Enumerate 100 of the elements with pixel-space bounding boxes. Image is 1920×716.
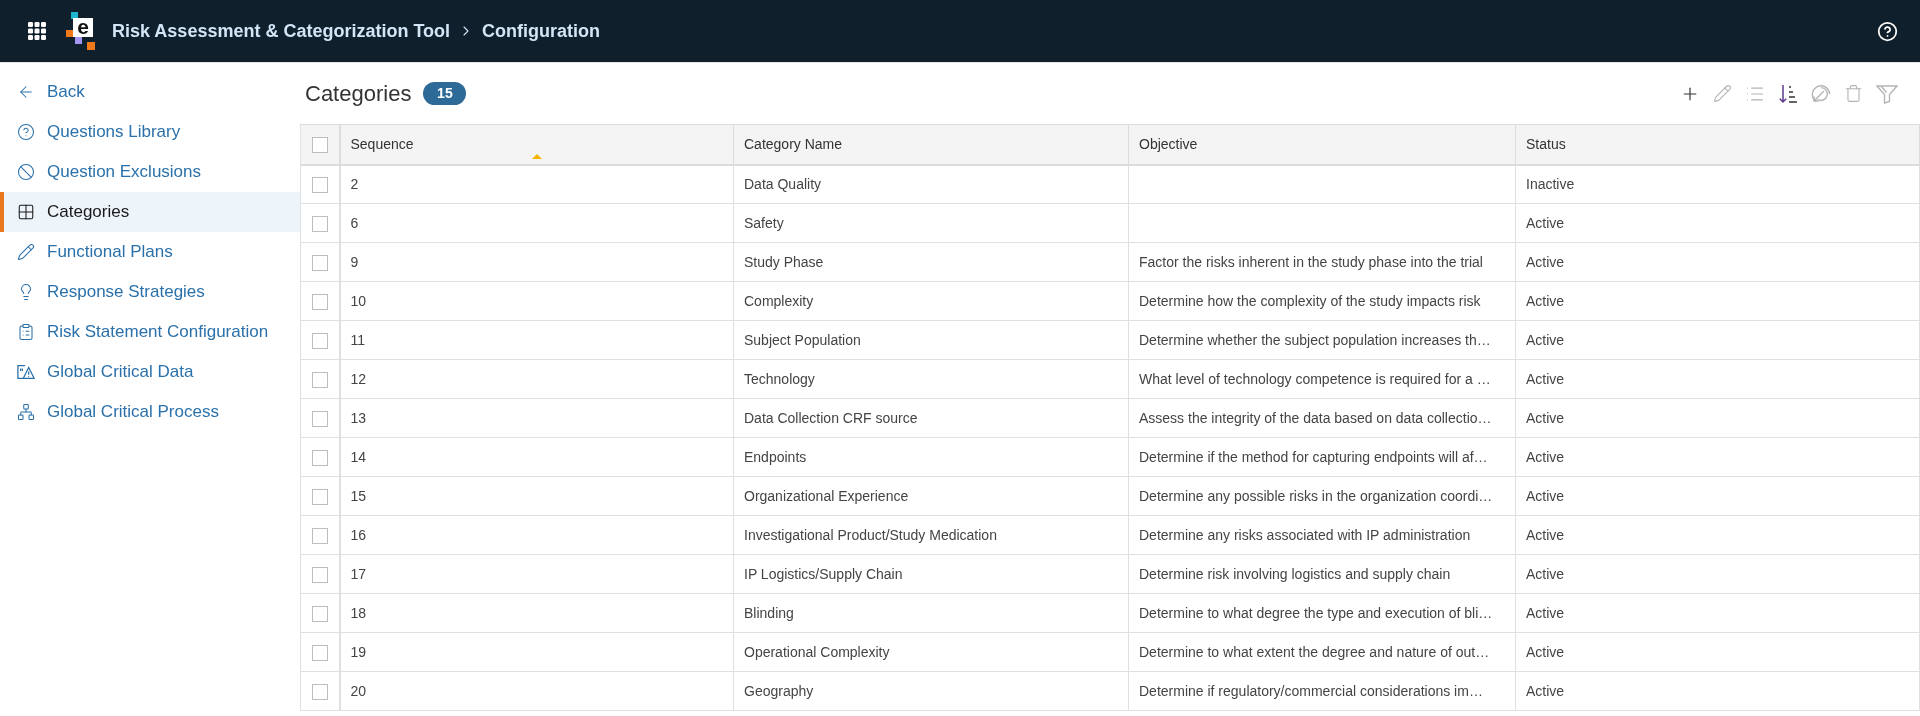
status-cell: Active: [1515, 515, 1920, 555]
row-checkbox[interactable]: [311, 644, 328, 661]
table-row[interactable]: 15 Organizational Experience Determine any possible risks in the organization coordi… Active: [300, 476, 1920, 516]
objective-cell: Determine to what extent the degree and nature of out…: [1128, 632, 1516, 672]
app-launcher-button[interactable]: [28, 22, 46, 40]
category-name-cell: Technology: [733, 359, 1129, 399]
table-row[interactable]: 20 Geography Determine if regulatory/commercial considerations im… Active: [300, 671, 1920, 711]
sequence-cell: 18: [339, 593, 734, 633]
table-row[interactable]: 9 Study Phase Factor the risks inherent in the study phase into the trial Active: [300, 242, 1920, 282]
status-cell: Active: [1515, 281, 1920, 321]
status-cell: Active: [1515, 398, 1920, 438]
category-name-cell: Blinding: [733, 593, 1129, 633]
objective-cell: Determine if regulatory/commercial considerations im…: [1128, 671, 1516, 711]
row-checkbox[interactable]: [311, 566, 328, 583]
sidebar-item[interactable]: Global Critical Data: [0, 352, 300, 392]
sidebar-item[interactable]: Question Exclusions: [0, 152, 300, 192]
breadcrumb-link[interactable]: Risk Assessment & Categorization Tool: [112, 17, 451, 45]
help-icon: [1877, 20, 1898, 42]
pencil-icon: [17, 243, 35, 261]
sidebar-item[interactable]: Questions Library: [0, 112, 300, 152]
select-all-checkbox[interactable]: [311, 137, 328, 153]
objective-cell: Determine if the method for capturing endpoints will af…: [1128, 437, 1516, 477]
sidebar-item[interactable]: Categories: [0, 192, 300, 232]
category-name-cell: Organizational Experience: [733, 476, 1129, 516]
status-cell: Active: [1515, 203, 1920, 243]
row-checkbox[interactable]: [311, 449, 328, 466]
sidebar-item[interactable]: Response Strategies: [0, 272, 300, 312]
status-cell: Active: [1515, 554, 1920, 594]
table-row[interactable]: 17 IP Logistics/Supply Chain Determine risk involving logistics and supply chain Active: [300, 554, 1920, 594]
circle-arrow-icon: [1811, 83, 1831, 104]
trash-icon: [1844, 84, 1863, 103]
row-checkbox[interactable]: [311, 177, 328, 193]
category-name-cell: Study Phase: [733, 242, 1129, 282]
sidebar-item[interactable]: Risk Statement Configuration: [0, 312, 300, 352]
status-cell: Active: [1515, 476, 1920, 516]
row-checkbox[interactable]: [311, 488, 328, 505]
sidebar-item[interactable]: Global Critical Process: [0, 392, 300, 432]
network-icon: [17, 403, 35, 421]
row-checkbox[interactable]: [311, 527, 328, 544]
category-name-cell: Endpoints: [733, 437, 1129, 477]
question-circle-icon: [17, 123, 35, 141]
status-cell: Inactive: [1515, 164, 1920, 204]
column-header[interactable]: Objective: [1128, 124, 1516, 165]
sequence-cell: 2: [339, 164, 734, 204]
sequence-cell: 11: [339, 320, 734, 360]
row-checkbox[interactable]: [311, 605, 328, 622]
status-cell: Active: [1515, 320, 1920, 360]
table-row[interactable]: 16 Investigational Product/Study Medication Determine any risks associated with IP administration Active: [300, 515, 1920, 555]
grid-icon: [17, 203, 35, 221]
category-name-cell: Safety: [733, 203, 1129, 243]
row-checkbox[interactable]: [311, 371, 328, 388]
row-checkbox[interactable]: [311, 683, 328, 700]
sort-button[interactable]: [1778, 83, 1798, 104]
row-checkbox[interactable]: [311, 410, 328, 427]
category-name-cell: Operational Complexity: [733, 632, 1129, 672]
sidebar-item[interactable]: Functional Plans: [0, 232, 300, 272]
table-row[interactable]: 14 Endpoints Determine if the method for capturing endpoints will af… Active: [300, 437, 1920, 477]
sequence-cell: 15: [339, 476, 734, 516]
table-row[interactable]: 18 Blinding Determine to what degree the type and execution of bli… Active: [300, 593, 1920, 633]
back-link[interactable]: Back: [0, 72, 300, 112]
breadcrumb-current: Configuration: [482, 19, 601, 43]
objective-cell: Determine any possible risks in the organization coordi…: [1128, 476, 1516, 516]
row-checkbox[interactable]: [311, 332, 328, 349]
filter-icon: [1876, 83, 1898, 104]
app-logo: e: [66, 12, 96, 50]
objective-cell: Determine to what degree the type and execution of bli…: [1128, 593, 1516, 633]
table-row[interactable]: 10 Complexity Determine how the complexity of the study impacts risk Active: [300, 281, 1920, 321]
status-cell: Active: [1515, 437, 1920, 477]
objective-cell: Determine whether the subject population increases th…: [1128, 320, 1516, 360]
prohibited-icon: [17, 163, 35, 181]
warning-panel-icon: [17, 363, 35, 381]
pencil-icon: [1713, 84, 1732, 103]
category-name-cell: Complexity: [733, 281, 1129, 321]
column-header[interactable]: Category Name: [733, 124, 1129, 165]
table-row[interactable]: 2 Data Quality Inactive: [300, 164, 1920, 204]
category-name-cell: Investigational Product/Study Medication: [733, 515, 1129, 555]
sequence-cell: 13: [339, 398, 734, 438]
category-name-cell: Data Quality: [733, 164, 1129, 204]
objective-cell: Determine risk involving logistics and supply chain: [1128, 554, 1516, 594]
row-checkbox[interactable]: [311, 293, 328, 310]
table-row[interactable]: 13 Data Collection CRF source Assess the integrity of the data based on data collectio… Active: [300, 398, 1920, 438]
app-grid-icon: [28, 22, 46, 40]
clipboard-icon: [17, 323, 35, 341]
sequence-cell: 17: [339, 554, 734, 594]
count-badge: 15: [423, 82, 467, 105]
status-cell: Active: [1515, 671, 1920, 711]
table-row[interactable]: 6 Safety Active: [300, 203, 1920, 243]
table-row[interactable]: 12 Technology What level of technology competence is required for a … Active: [300, 359, 1920, 399]
column-header[interactable]: Sequence: [339, 124, 734, 165]
category-name-cell: IP Logistics/Supply Chain: [733, 554, 1129, 594]
row-checkbox[interactable]: [311, 215, 328, 232]
sequence-cell: 19: [339, 632, 734, 672]
table-row[interactable]: 11 Subject Population Determine whether the subject population increases th… Active: [300, 320, 1920, 360]
sequence-cell: 12: [339, 359, 734, 399]
column-header[interactable]: Status: [1515, 124, 1920, 165]
sequence-cell: 10: [339, 281, 734, 321]
sequence-cell: 14: [339, 437, 734, 477]
row-checkbox[interactable]: [311, 254, 328, 271]
table-row[interactable]: 19 Operational Complexity Determine to what extent the degree and nature of out… Active: [300, 632, 1920, 672]
help-button[interactable]: [1877, 20, 1898, 42]
